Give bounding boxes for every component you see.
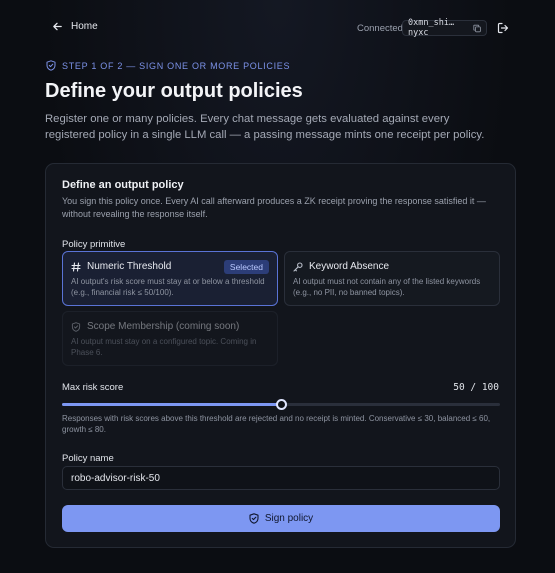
logout-button[interactable] <box>497 21 511 35</box>
option-description: AI output's risk score must stay at or b… <box>71 277 265 297</box>
page-title: Define your output policies <box>45 80 303 102</box>
option-keyword-absence[interactable]: Keyword Absence AI output must not conta… <box>284 251 500 306</box>
wallet-address-text: 0xmn_shi…nyxc <box>408 18 455 38</box>
max-risk-value: 50 / 100 <box>453 382 499 393</box>
option-description: AI output must not contain any of the li… <box>293 277 481 297</box>
home-link[interactable]: Home <box>52 21 98 32</box>
arrow-left-icon <box>53 22 62 31</box>
option-numeric-threshold[interactable]: Numeric Threshold AI output's risk score… <box>62 251 278 306</box>
slider-thumb[interactable] <box>275 399 287 410</box>
sign-policy-label: Sign policy <box>264 513 314 524</box>
step-text: STEP 1 OF 2 — SIGN ONE OR MORE POLICIES <box>62 60 291 71</box>
key-icon <box>293 261 303 272</box>
policy-card: Define an output policy You sign this po… <box>45 163 516 548</box>
slider-fill <box>62 403 281 406</box>
home-label: Home <box>71 21 98 32</box>
connection-status: Connected <box>357 23 403 34</box>
option-description: AI output must stay on a configured topi… <box>71 337 257 357</box>
hash-icon <box>71 261 81 272</box>
max-risk-label: Max risk score <box>62 382 124 393</box>
page-description: Register one or many policies. Every cha… <box>45 113 485 141</box>
option-title: Keyword Absence <box>309 261 390 272</box>
policy-primitive-label: Policy primitive <box>62 239 126 250</box>
sign-policy-button[interactable]: Sign policy <box>62 505 500 532</box>
shield-check-icon <box>46 60 56 71</box>
copy-icon[interactable] <box>473 24 481 33</box>
option-title: Numeric Threshold <box>87 261 172 272</box>
page: Home Connected 0xmn_shi…nyxc STEP 1 OF 2… <box>0 0 555 573</box>
wallet-address[interactable]: 0xmn_shi…nyxc <box>402 18 487 38</box>
policy-name-value: robo-advisor-risk-50 <box>71 472 160 484</box>
option-title: Scope Membership (coming soon) <box>87 321 240 332</box>
risk-hint: Responses with risk scores above this th… <box>62 414 491 434</box>
policy-name-label: Policy name <box>62 453 114 464</box>
step-indicator: STEP 1 OF 2 — SIGN ONE OR MORE POLICIES <box>46 60 290 71</box>
logout-icon <box>497 22 509 34</box>
shield-icon <box>71 321 81 332</box>
max-risk-slider[interactable] <box>62 398 500 412</box>
selected-badge: Selected <box>223 260 269 274</box>
option-scope-membership: Scope Membership (coming soon) AI output… <box>62 311 278 366</box>
policy-name-input[interactable]: robo-advisor-risk-50 <box>62 466 500 490</box>
card-title: Define an output policy <box>62 179 184 191</box>
card-description: You sign this policy once. Every AI call… <box>62 196 486 219</box>
top-bar: Home Connected 0xmn_shi…nyxc <box>0 18 555 40</box>
shield-check-icon <box>249 513 259 524</box>
